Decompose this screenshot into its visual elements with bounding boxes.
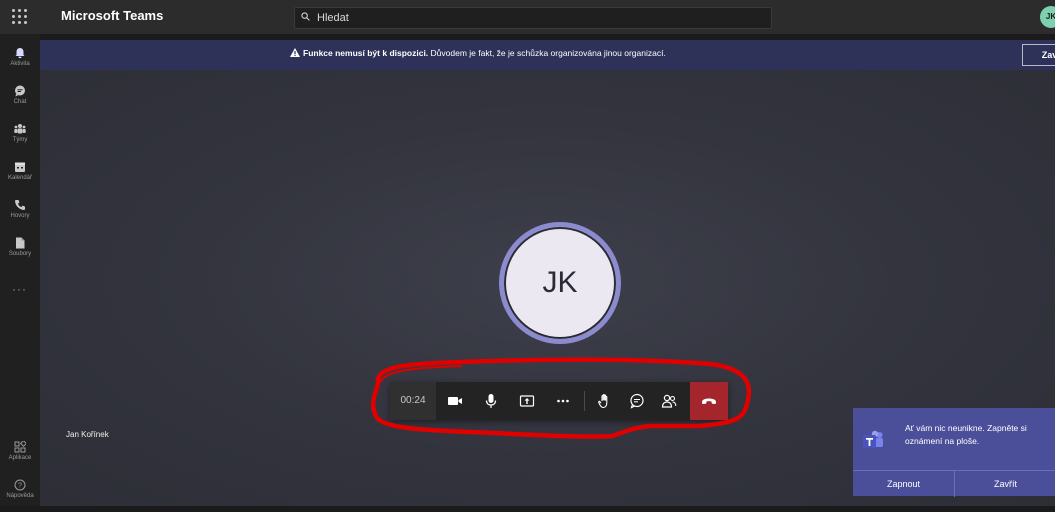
participant-avatar: JK [504, 227, 616, 339]
rail-item-activity[interactable]: Aktivita [0, 42, 40, 80]
rail-item-calls[interactable]: Hovory [0, 194, 40, 232]
call-timer: 00:24 [390, 382, 436, 420]
chat-bubble-icon [630, 393, 644, 409]
banner-close-button[interactable]: Zavřít [1022, 44, 1055, 66]
rail-item-help[interactable]: ? Nápověda [0, 474, 40, 512]
bell-icon [14, 46, 26, 59]
participants-button[interactable] [654, 382, 684, 420]
rail-label: Chat [13, 99, 27, 105]
teams-logo-icon [863, 430, 883, 448]
hang-up-button[interactable] [690, 382, 728, 420]
phone-icon [14, 198, 26, 210]
participants-icon [661, 394, 677, 408]
rail-item-teams[interactable]: Týmy [0, 118, 40, 156]
participant-name: Jan Kořínek [66, 430, 109, 439]
notification-toast: Ať vám nic neunikne. Zapněte si oznámení… [853, 408, 1055, 497]
share-screen-icon [519, 395, 535, 407]
banner-message: Funkce nemusí být k dispozici. Důvodem j… [290, 48, 666, 58]
search-icon [301, 12, 310, 21]
raise-hand-icon [598, 394, 608, 409]
calendar-icon [14, 160, 26, 172]
banner-bold-text: Funkce nemusí být k dispozici. [303, 48, 429, 58]
rail-label: Nápověda [6, 493, 34, 499]
rail-label: Kalendář [7, 175, 33, 181]
rail-label: Týmy [12, 137, 28, 143]
hang-up-icon [702, 398, 716, 404]
rail-item-files[interactable]: Soubory [0, 232, 40, 270]
chat-button[interactable] [622, 382, 652, 420]
info-banner: Funkce nemusí být k dispozici. Důvodem j… [40, 40, 1055, 70]
search-input[interactable] [317, 10, 757, 26]
teams-icon [14, 122, 26, 134]
rail-item-apps[interactable]: Aplikace [0, 436, 40, 474]
search-box[interactable] [294, 7, 772, 29]
app-rail: Aktivita Chat Týmy Kalendář Hovory Soubo… [0, 34, 40, 506]
banner-detail-text: Důvodem je fakt, že je schůzka organizov… [428, 48, 666, 58]
help-icon: ? [14, 478, 26, 491]
app-launcher-icon[interactable] [12, 9, 28, 25]
rail-label: Aplikace [8, 455, 32, 461]
rail-item-calendar[interactable]: Kalendář [0, 156, 40, 194]
rail-item-chat[interactable]: Chat [0, 80, 40, 118]
rail-label: Aktivita [10, 61, 30, 67]
toolbar-divider [584, 391, 585, 411]
warning-icon [290, 48, 300, 57]
share-screen-button[interactable] [512, 382, 542, 420]
svg-text:?: ? [18, 483, 22, 490]
profile-avatar[interactable]: JK [1040, 6, 1055, 28]
call-controls: 00:24 [390, 382, 728, 420]
rail-label: Soubory [8, 251, 32, 257]
more-apps-icon[interactable]: ··· [12, 282, 27, 296]
title-bar: Microsoft Teams JK [0, 0, 1055, 34]
microphone-button[interactable] [476, 382, 506, 420]
rail-label: Hovory [10, 213, 30, 219]
raise-hand-button[interactable] [590, 382, 620, 420]
file-icon [14, 236, 26, 249]
toast-close-button[interactable]: Zavřít [954, 471, 1055, 497]
camera-button[interactable] [440, 382, 470, 420]
toast-message: Ať vám nic neunikne. Zapněte si oznámení… [905, 423, 1027, 446]
camera-icon [448, 397, 462, 405]
more-options-icon [557, 399, 569, 403]
toast-enable-button[interactable]: Zapnout [853, 471, 954, 497]
toast-actions: Zapnout Zavřít [853, 470, 1055, 497]
microphone-icon [485, 394, 497, 408]
app-title: Microsoft Teams [61, 8, 164, 23]
more-actions-button[interactable] [548, 382, 578, 420]
apps-icon [14, 439, 28, 453]
chat-icon [14, 84, 26, 97]
